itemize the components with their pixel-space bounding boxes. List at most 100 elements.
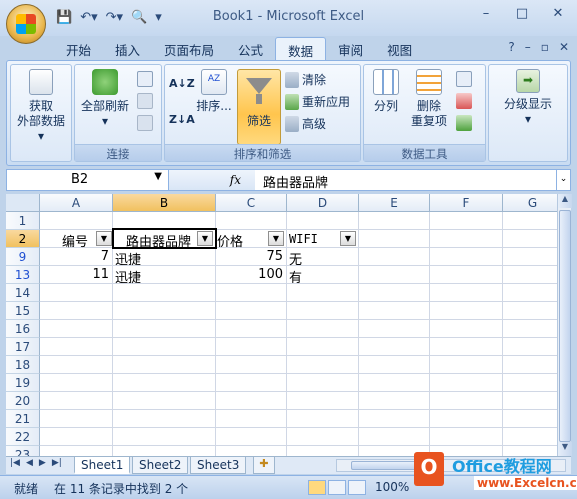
- sort-button[interactable]: AZ 排序...: [195, 69, 233, 114]
- filter-dropdown-c-icon[interactable]: ▼: [268, 231, 284, 246]
- column-header-g[interactable]: G: [503, 194, 557, 212]
- page-layout-view-button[interactable]: [328, 480, 346, 495]
- tab-page-layout[interactable]: 页面布局: [152, 37, 226, 61]
- expand-formula-bar-icon[interactable]: ⌄: [556, 170, 570, 190]
- row-header[interactable]: 16: [6, 320, 40, 338]
- tab-formulas[interactable]: 公式: [226, 37, 275, 61]
- last-sheet-icon[interactable]: ▶|: [52, 458, 62, 468]
- ribbon-close-button[interactable]: ✕: [559, 40, 569, 54]
- connections-icon: [137, 71, 153, 87]
- help-icon[interactable]: ?: [508, 40, 514, 54]
- properties-button[interactable]: [137, 93, 153, 109]
- refresh-icon: [92, 69, 118, 95]
- row-header-filtered[interactable]: 13: [6, 266, 40, 284]
- tab-insert[interactable]: 插入: [103, 37, 152, 61]
- worksheet-grid[interactable]: A B C D E F G 1 2 9 13 14 15 16 17 18 19…: [6, 194, 557, 456]
- data-validation-icon: [456, 71, 472, 87]
- sort-desc-icon: Z↓A: [169, 113, 195, 126]
- refresh-all-button[interactable]: 全部刷新 ▾: [77, 69, 133, 129]
- group-outline: ➡ 分级显示 ▾: [488, 64, 568, 162]
- fx-icon: fx: [229, 173, 241, 187]
- filter-dropdown-a-icon[interactable]: ▼: [96, 231, 112, 246]
- select-all-corner[interactable]: [6, 194, 40, 212]
- remove-duplicates-button[interactable]: 删除 重复项: [408, 69, 450, 129]
- sheet-tab-1[interactable]: Sheet1: [74, 457, 131, 474]
- vertical-scroll-thumb[interactable]: [559, 210, 571, 442]
- column-header-d[interactable]: D: [287, 194, 359, 212]
- what-if-button[interactable]: [456, 115, 472, 131]
- horizontal-scroll-thumb[interactable]: [351, 461, 421, 470]
- watermark-title: Office教程网: [452, 457, 552, 476]
- tab-home[interactable]: 开始: [54, 37, 103, 61]
- row-header[interactable]: 18: [6, 356, 40, 374]
- header-cell-price[interactable]: 价格: [217, 230, 257, 248]
- row-header[interactable]: 1: [6, 212, 40, 230]
- tab-data[interactable]: 数据: [275, 37, 327, 61]
- insert-function-button[interactable]: fx: [169, 170, 255, 190]
- row-header-selected[interactable]: 2: [6, 230, 40, 248]
- row-header[interactable]: 20: [6, 392, 40, 410]
- zoom-level[interactable]: 100%: [375, 480, 409, 494]
- edit-links-icon: [137, 115, 153, 131]
- clear-filter-button[interactable]: 清除: [285, 71, 326, 88]
- connections-button[interactable]: [137, 71, 153, 87]
- first-sheet-icon[interactable]: |◀: [10, 458, 20, 468]
- advanced-filter-button[interactable]: 高级: [285, 115, 326, 132]
- tab-review[interactable]: 审阅: [326, 37, 375, 61]
- prev-sheet-icon[interactable]: ◀: [26, 458, 33, 468]
- sort-desc-button[interactable]: Z↓A: [169, 113, 195, 126]
- column-header-c[interactable]: C: [216, 194, 287, 212]
- column-header-f[interactable]: F: [430, 194, 503, 212]
- next-sheet-icon[interactable]: ▶: [39, 458, 46, 468]
- text-to-columns-button[interactable]: 分列: [368, 69, 404, 114]
- header-cell-id[interactable]: 编号: [62, 230, 98, 248]
- cell-wifi[interactable]: 无: [289, 248, 359, 266]
- filter-dropdown-d-icon[interactable]: ▼: [340, 231, 356, 246]
- row-header[interactable]: 17: [6, 338, 40, 356]
- tab-view[interactable]: 视图: [375, 37, 424, 61]
- column-header-a[interactable]: A: [40, 194, 113, 212]
- office-button[interactable]: [6, 4, 46, 44]
- page-break-view-button[interactable]: [348, 480, 366, 495]
- header-cell-wifi[interactable]: WIFI: [289, 230, 333, 248]
- cell-brand[interactable]: 迅捷: [115, 248, 215, 266]
- cell-wifi[interactable]: 有: [289, 266, 359, 284]
- row-header[interactable]: 19: [6, 374, 40, 392]
- row-header[interactable]: 21: [6, 410, 40, 428]
- data-validation-button[interactable]: [456, 71, 472, 87]
- close-button[interactable]: ✕: [547, 6, 569, 26]
- row-header[interactable]: 15: [6, 302, 40, 320]
- column-header-b[interactable]: B: [113, 194, 216, 212]
- cell-brand[interactable]: 迅捷: [115, 266, 215, 284]
- row-header[interactable]: 14: [6, 284, 40, 302]
- row-header[interactable]: 22: [6, 428, 40, 446]
- sort-asc-button[interactable]: A↓Z: [169, 77, 195, 90]
- maximize-button[interactable]: □: [511, 6, 533, 26]
- consolidate-button[interactable]: [456, 93, 472, 109]
- cell-id[interactable]: 11: [40, 266, 113, 284]
- cell-price[interactable]: 100: [216, 266, 287, 284]
- insert-sheet-icon[interactable]: ✚: [253, 457, 275, 474]
- column-header-e[interactable]: E: [359, 194, 430, 212]
- ribbon-minimize-button[interactable]: –: [525, 40, 531, 54]
- formula-input[interactable]: 路由器品牌: [263, 172, 328, 191]
- sheet-tab-3[interactable]: Sheet3: [190, 457, 247, 474]
- name-box[interactable]: B2 ▼: [7, 170, 169, 190]
- sheet-tab-2[interactable]: Sheet2: [132, 457, 189, 474]
- get-external-data-button[interactable]: 获取 外部数据 ▾: [15, 69, 67, 144]
- normal-view-button[interactable]: [308, 480, 326, 495]
- cell-price[interactable]: 75: [216, 248, 287, 266]
- minimize-button[interactable]: –: [475, 6, 497, 26]
- row-header[interactable]: 23: [6, 446, 40, 456]
- vertical-scrollbar[interactable]: ▲ ▼: [557, 194, 572, 456]
- active-cell-border: [112, 228, 217, 249]
- ribbon-restore-button[interactable]: ▫: [541, 40, 549, 54]
- edit-links-button[interactable]: [137, 115, 153, 131]
- outline-button[interactable]: ➡ 分级显示 ▾: [493, 69, 563, 127]
- cell-id[interactable]: 7: [40, 248, 113, 266]
- scroll-up-icon[interactable]: ▲: [558, 194, 572, 208]
- reapply-button[interactable]: 重新应用: [285, 93, 350, 110]
- name-box-dropdown-icon[interactable]: ▼: [154, 171, 162, 182]
- filter-button[interactable]: 筛选: [237, 69, 281, 145]
- row-header-filtered[interactable]: 9: [6, 248, 40, 266]
